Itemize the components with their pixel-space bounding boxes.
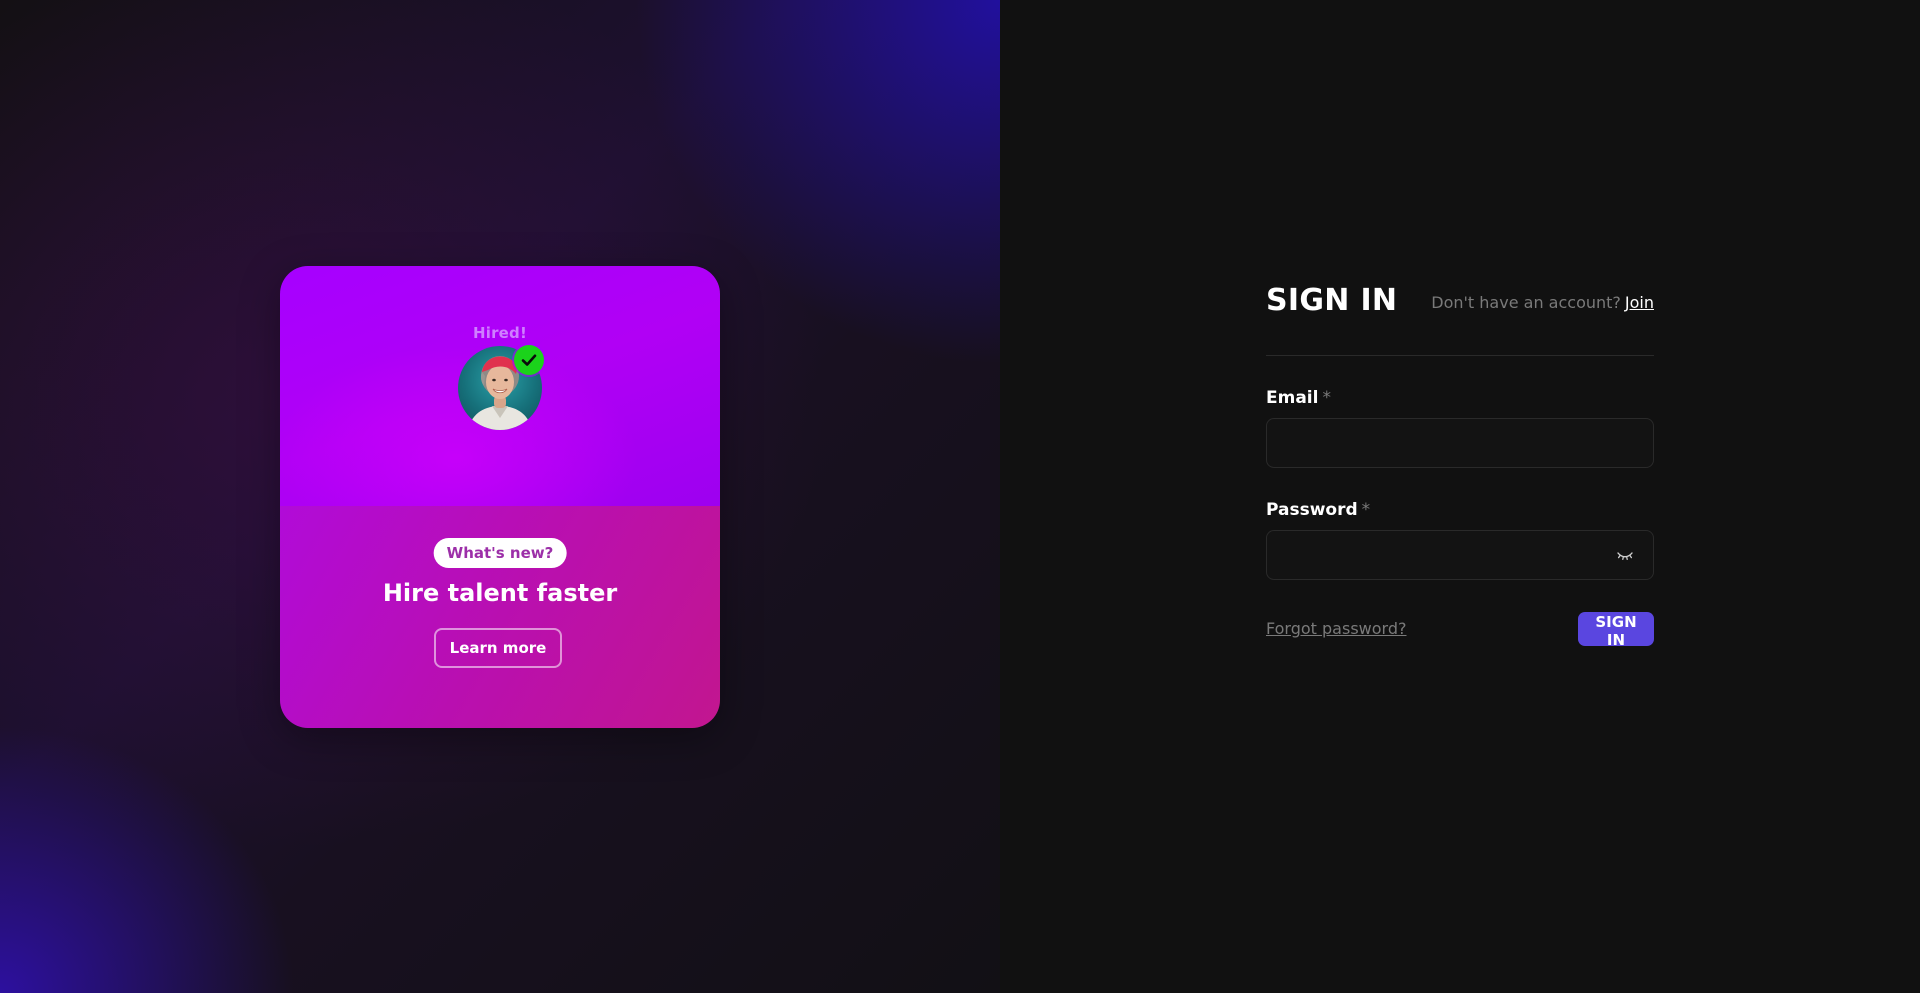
- promo-card-bottom: What's new? Hire talent faster Learn mor…: [280, 506, 720, 728]
- email-field-box: [1266, 418, 1654, 468]
- promo-card-top: Hired!: [280, 266, 720, 506]
- no-account-text: Don't have an account?: [1431, 293, 1621, 312]
- email-input[interactable]: [1267, 419, 1653, 467]
- form-actions: Forgot password? SIGN IN: [1266, 612, 1654, 649]
- sign-in-panel: SIGN IN Don't have an account? Join Email…: [1000, 0, 1920, 993]
- password-field-box: [1266, 530, 1654, 580]
- sign-in-header: SIGN IN Don't have an account? Join: [1266, 283, 1654, 323]
- join-link[interactable]: Join: [1625, 293, 1654, 312]
- sign-in-button[interactable]: SIGN IN: [1578, 612, 1654, 649]
- sign-in-form: SIGN IN Don't have an account? Join Email…: [1266, 283, 1654, 649]
- promo-card: Hired! What's new? Hire talent faster Le…: [280, 266, 720, 728]
- password-visibility-toggle[interactable]: [1615, 546, 1635, 566]
- page: Hired! What's new? Hire talent faster Le…: [0, 0, 1920, 993]
- password-required-mark: *: [1361, 500, 1371, 520]
- promo-title: Hire talent faster: [382, 579, 618, 607]
- learn-more-button[interactable]: Learn more: [434, 628, 562, 668]
- password-label: Password *: [1266, 500, 1370, 520]
- eye-closed-icon: [1617, 552, 1633, 561]
- check-icon: [521, 354, 537, 366]
- no-account-prompt: Don't have an account? Join: [1431, 293, 1654, 312]
- whats-new-badge: What's new?: [433, 538, 567, 568]
- password-label-text: Password: [1266, 500, 1358, 520]
- email-label: Email *: [1266, 388, 1331, 408]
- hired-check-badge: [514, 345, 544, 375]
- password-input[interactable]: [1267, 531, 1653, 579]
- header-divider: [1266, 355, 1654, 356]
- hired-label: Hired!: [472, 324, 528, 342]
- email-required-mark: *: [1322, 388, 1331, 408]
- email-label-text: Email: [1266, 388, 1319, 408]
- forgot-password-link[interactable]: Forgot password?: [1266, 619, 1406, 638]
- page-title: SIGN IN: [1266, 283, 1398, 318]
- promo-panel: Hired! What's new? Hire talent faster Le…: [0, 0, 1000, 993]
